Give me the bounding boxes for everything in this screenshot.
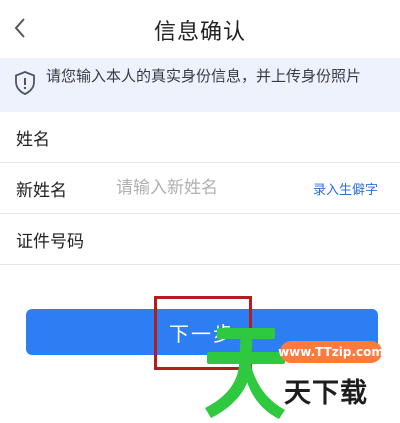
header: 信息确认 xyxy=(0,0,400,58)
notice-text: 请您输入本人的真实身份信息，并上传身份照片 xyxy=(46,67,362,85)
page-title: 信息确认 xyxy=(153,20,246,45)
notice-banner: 请您输入本人的真实身份信息，并上传身份照片 xyxy=(0,58,400,112)
watermark-logo-icon xyxy=(205,328,285,419)
name-label: 姓名 xyxy=(16,129,50,150)
watermark-url: www.TTzip.com xyxy=(278,341,384,363)
new-name-input[interactable] xyxy=(116,178,313,198)
new-name-row: 新姓名 录入生僻字 xyxy=(0,163,400,214)
shield-icon xyxy=(15,71,35,95)
watermark-text: 天下载 xyxy=(284,378,368,409)
new-name-label: 新姓名 xyxy=(16,180,67,201)
rare-char-link[interactable]: 录入生僻字 xyxy=(313,179,400,198)
id-number-row: 证件号码 xyxy=(0,214,400,265)
info-confirm-page: 信息确认 请您输入本人的真实身份信息，并上传身份照片 姓名 新姓名 录入生僻字 … xyxy=(0,0,400,423)
name-row: 姓名 xyxy=(0,112,400,163)
id-number-label: 证件号码 xyxy=(16,231,84,252)
